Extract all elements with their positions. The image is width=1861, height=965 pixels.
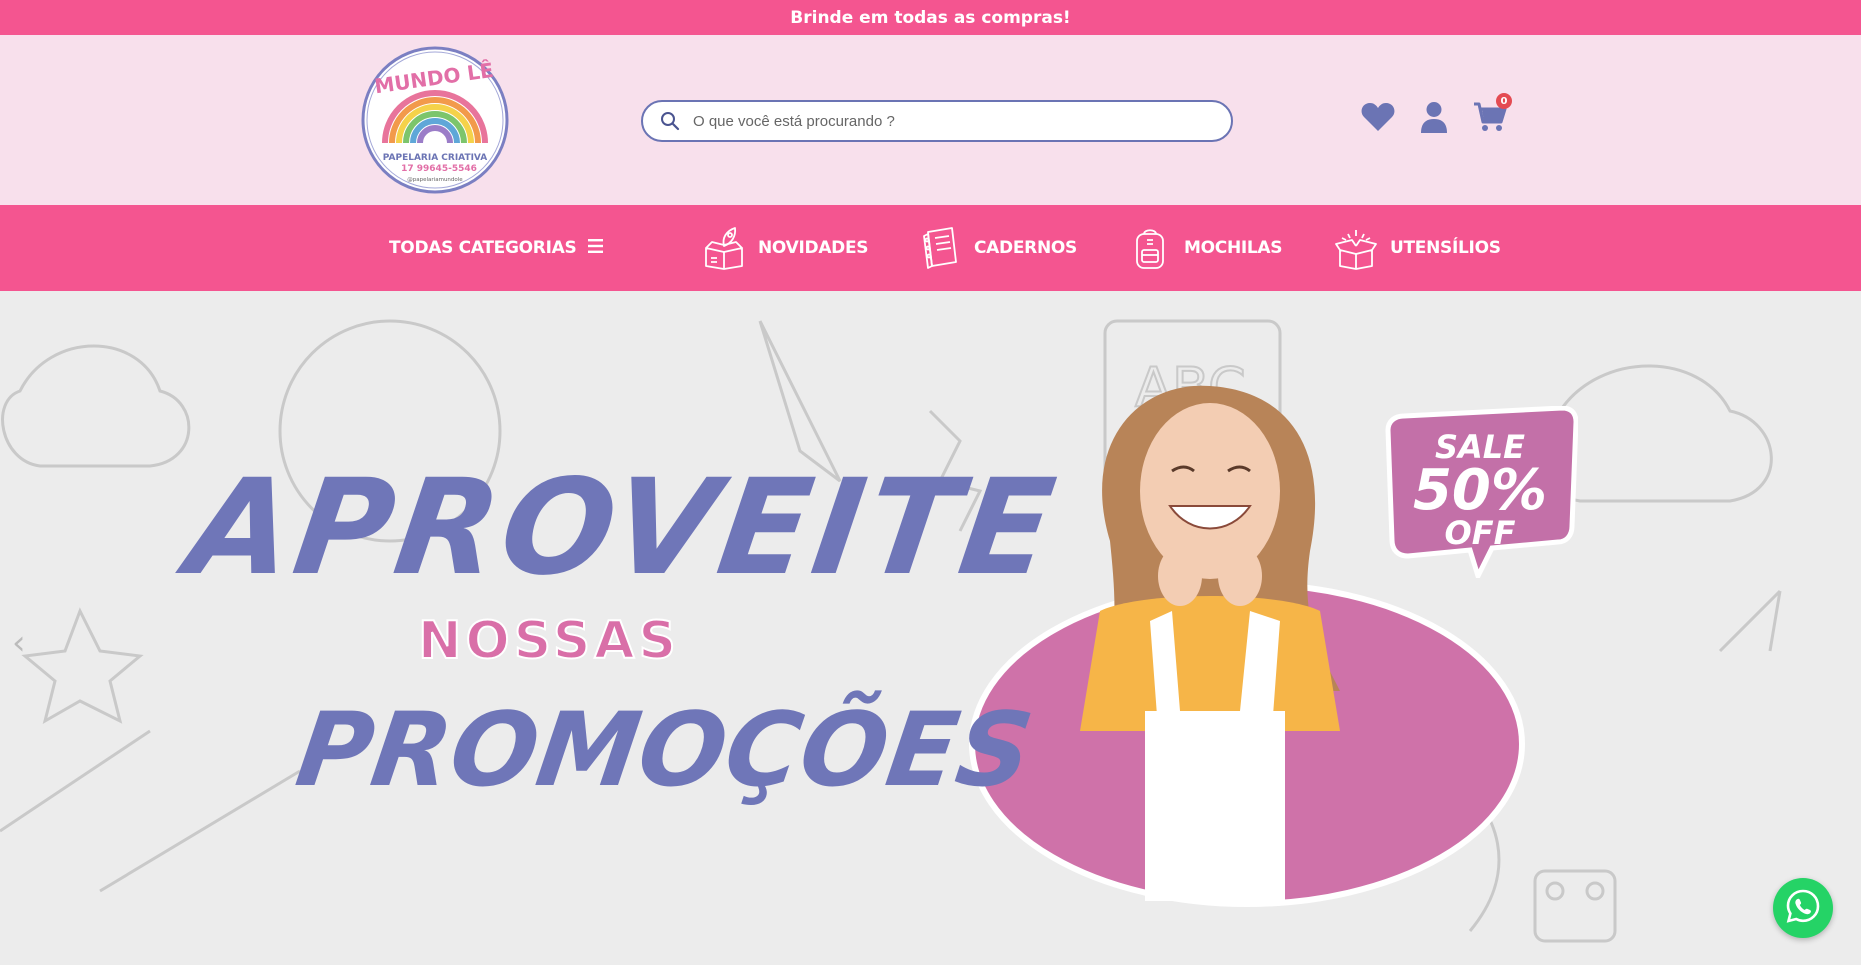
nav-item-utensilios[interactable]: UTENSÍLIOS bbox=[1334, 205, 1501, 291]
sale-badge-line3: OFF bbox=[1444, 514, 1516, 552]
header: MUNDO LÊ PAPELARIA CRIATIVA 17 99645-554… bbox=[0, 35, 1861, 205]
whatsapp-icon bbox=[1785, 888, 1821, 929]
doodle-background: ABC bbox=[0, 291, 1861, 965]
nav-item-cadernos[interactable]: CADERNOS bbox=[918, 205, 1077, 291]
nav-item-label: MOCHILAS bbox=[1184, 238, 1283, 258]
header-actions: 0 bbox=[1360, 93, 1512, 137]
search-bar[interactable] bbox=[641, 100, 1233, 142]
hero-subheadline: NOSSAS bbox=[417, 610, 680, 672]
heart-icon[interactable] bbox=[1360, 99, 1396, 135]
whatsapp-button[interactable] bbox=[1773, 878, 1833, 938]
all-categories-label: TODAS CATEGORIAS bbox=[389, 238, 577, 258]
gift-box-icon bbox=[1334, 226, 1378, 270]
hero-banner[interactable]: ABC APROVEITE NOSSAS PROMOÇÕES SALE 50% … bbox=[0, 291, 1861, 965]
logo-tagline-text: PAPELARIA CRIATIVA bbox=[383, 153, 488, 163]
nav-item-label: CADERNOS bbox=[974, 238, 1077, 258]
promo-text: Brinde em todas as compras! bbox=[790, 7, 1071, 28]
search-icon[interactable] bbox=[659, 110, 681, 132]
sale-badge: SALE 50% OFF bbox=[1382, 406, 1578, 578]
nav-item-mochilas[interactable]: MOCHILAS bbox=[1128, 205, 1283, 291]
cart-icon[interactable]: 0 bbox=[1472, 93, 1512, 135]
nav-item-novidades[interactable]: NOVIDADES bbox=[702, 205, 869, 291]
user-icon[interactable] bbox=[1416, 99, 1452, 135]
hamburger-menu-icon[interactable] bbox=[588, 238, 604, 258]
notebook-icon bbox=[918, 226, 962, 270]
cart-count-badge: 0 bbox=[1496, 93, 1512, 109]
logo-handle-text: @papelariamundole bbox=[407, 177, 463, 183]
hero-headline-2: PROMOÇÕES bbox=[289, 691, 1040, 810]
search-input[interactable] bbox=[693, 112, 1213, 130]
category-nav: TODAS CATEGORIAS NOVIDADES CADERNOS MOCH… bbox=[0, 205, 1861, 291]
hero-headline: APROVEITE bbox=[179, 451, 1067, 605]
promo-bar: Brinde em todas as compras! bbox=[0, 0, 1861, 35]
backpack-icon bbox=[1128, 226, 1172, 270]
slider-prev-arrow[interactable]: ‹ bbox=[12, 623, 26, 663]
all-categories-button[interactable]: TODAS CATEGORIAS bbox=[389, 205, 604, 291]
site-logo[interactable]: MUNDO LÊ PAPELARIA CRIATIVA 17 99645-554… bbox=[359, 45, 511, 195]
logo-phone-text: 17 99645-5546 bbox=[401, 164, 477, 174]
nav-item-label: NOVIDADES bbox=[758, 238, 869, 258]
nav-item-label: UTENSÍLIOS bbox=[1390, 238, 1501, 258]
rocket-box-icon bbox=[702, 226, 746, 270]
